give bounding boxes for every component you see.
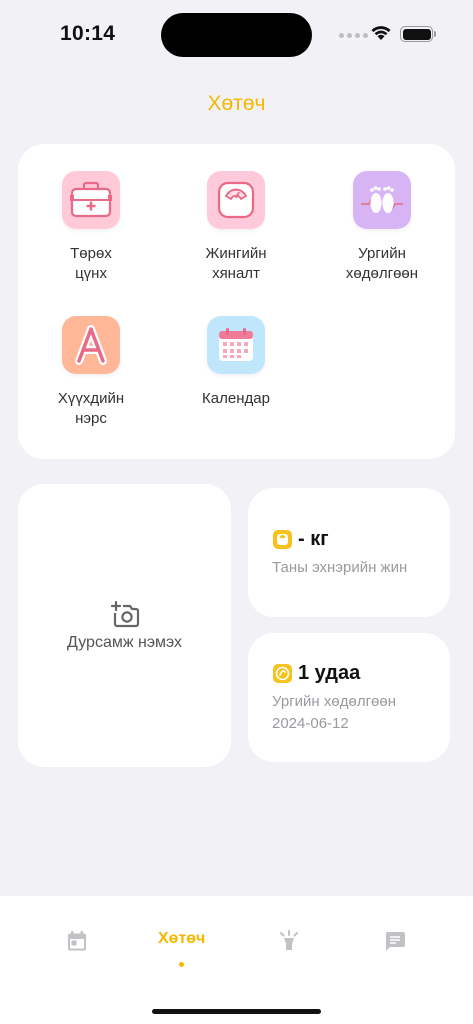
status-time: 10:14 — [60, 22, 116, 45]
lightbulb-icon — [280, 930, 298, 950]
tab-bar: Хөтөч — [0, 896, 473, 1024]
tool-label: Календар — [202, 390, 270, 407]
tab-tips[interactable] — [278, 930, 300, 952]
scale-mini-icon — [273, 530, 292, 549]
add-photo-icon — [110, 600, 140, 628]
dynamic-island — [161, 13, 312, 57]
page-title: Хөтөч — [207, 92, 266, 115]
home-indicator — [152, 1009, 321, 1014]
tool-label: Ургийн хөдөлгөөн — [345, 245, 419, 282]
tool-fetal-movement[interactable]: Ургийн хөдөлгөөн — [317, 171, 447, 284]
cellular-signal-icon — [339, 33, 368, 38]
weight-card[interactable]: - кг Таны эхнэрийн жин — [248, 488, 450, 617]
movement-mini-icon — [273, 664, 292, 683]
tab-calendar[interactable] — [66, 930, 88, 952]
battery-icon — [400, 26, 436, 42]
tab-guide[interactable]: Хөтөч — [158, 930, 205, 967]
add-memory-label: Дурсамж нэмэх — [67, 634, 182, 651]
movement-date: 2024-06-12 — [272, 715, 349, 732]
status-bar: 10:14 — [0, 0, 473, 70]
medical-bag-icon — [62, 171, 120, 229]
wifi-icon — [371, 26, 391, 40]
movement-count: 1 удаа — [298, 662, 361, 684]
tools-card: Төрөх цүнх Жингийн хяналт Ургийн хөдөлгө — [18, 144, 455, 459]
tool-label: Хүүхдийн нэрс — [57, 390, 125, 427]
chat-icon — [385, 932, 405, 951]
calendar-grid-icon — [207, 316, 265, 374]
active-tab-indicator — [179, 962, 185, 967]
tool-label: Төрөх цүнх — [70, 245, 112, 282]
scale-icon — [207, 171, 265, 229]
add-memory-card[interactable]: Дурсамж нэмэх — [18, 484, 231, 767]
tool-calendar[interactable]: Календар — [171, 316, 301, 409]
movement-label: Ургийн хөдөлгөөн — [272, 693, 397, 710]
tab-guide-label: Хөтөч — [158, 930, 206, 947]
letter-a-icon — [62, 316, 120, 374]
tool-birth-bag[interactable]: Төрөх цүнх — [26, 171, 156, 284]
tool-baby-names[interactable]: Хүүхдийн нэрс — [26, 316, 156, 429]
weight-value: - кг — [298, 528, 329, 550]
calendar-icon — [68, 931, 86, 951]
weight-label: Таны эхнэрийн жин — [272, 559, 408, 576]
baby-feet-icon — [353, 171, 411, 229]
tool-label: Жингийн хяналт — [205, 245, 267, 282]
tab-chat[interactable] — [384, 930, 406, 952]
tool-weight-tracking[interactable]: Жингийн хяналт — [171, 171, 301, 284]
fetal-movement-card[interactable]: 1 удаа Ургийн хөдөлгөөн 2024-06-12 — [248, 633, 450, 762]
